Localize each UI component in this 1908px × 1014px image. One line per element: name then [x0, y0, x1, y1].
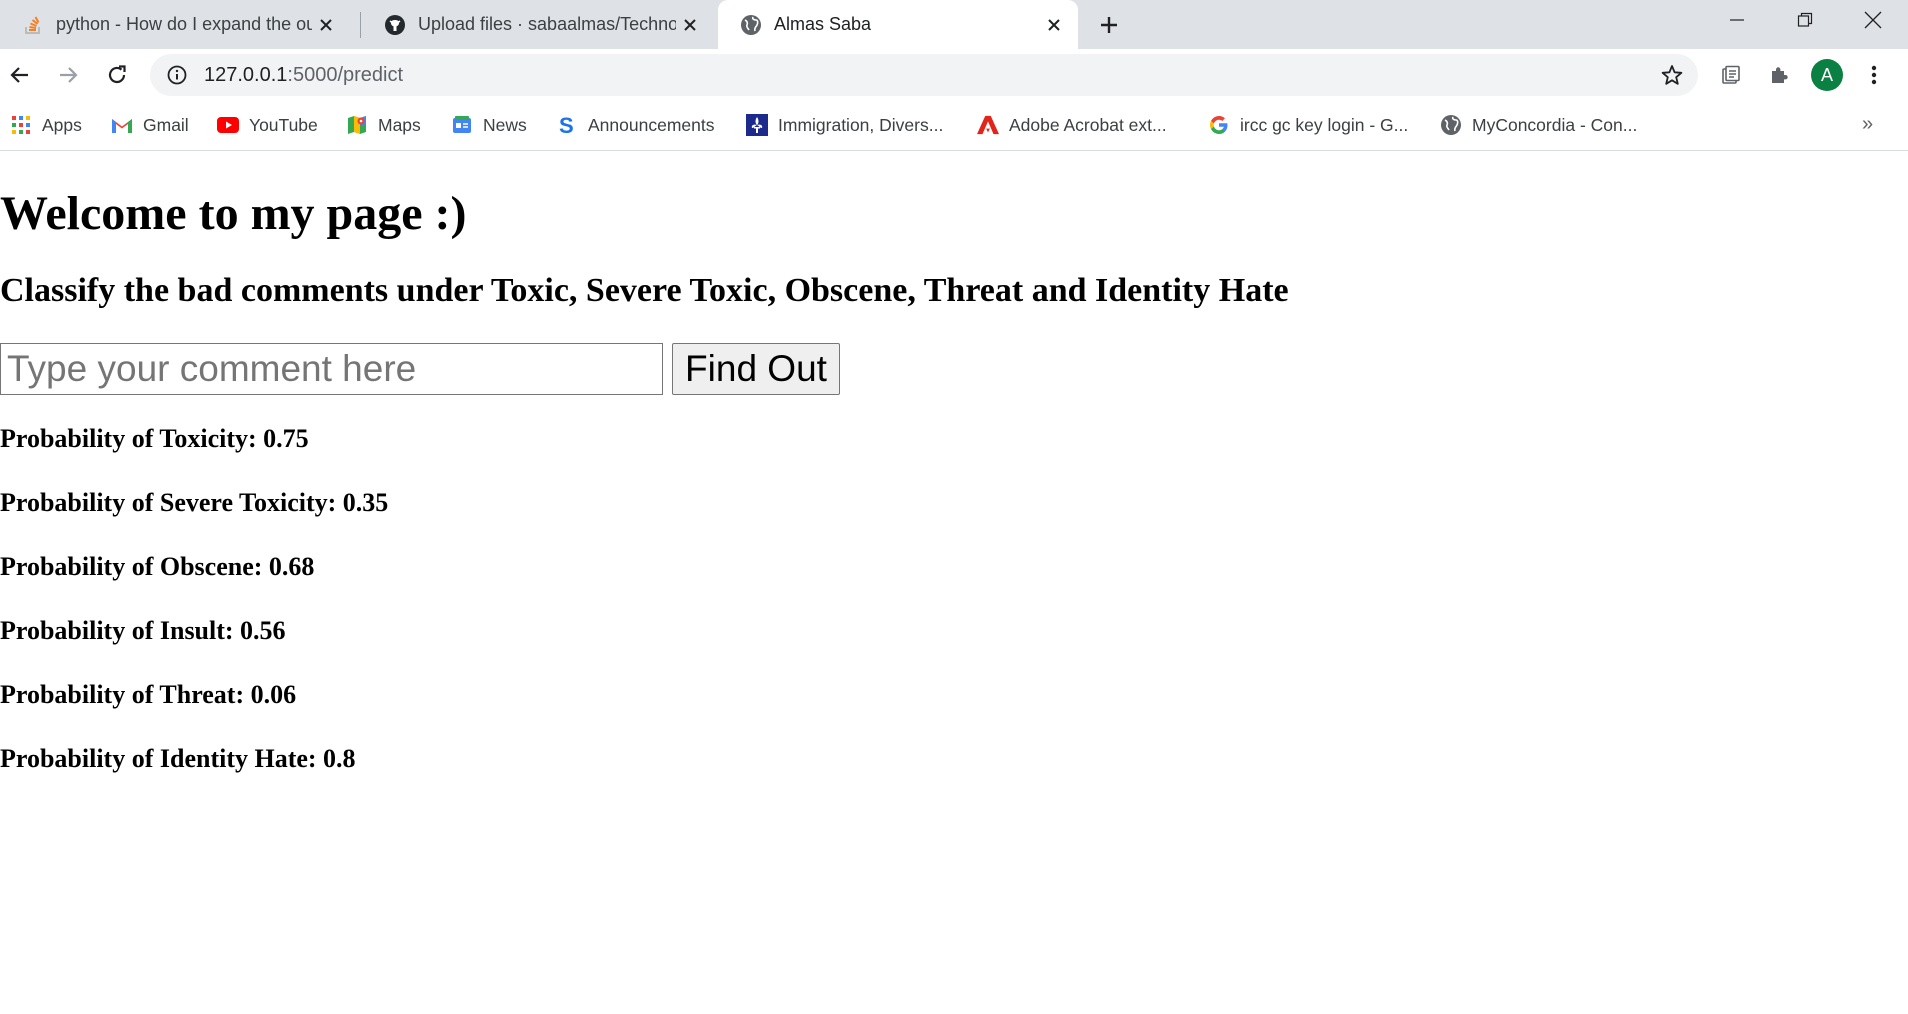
close-tab-icon[interactable]	[1040, 11, 1068, 39]
tab-almas-saba[interactable]: Almas Saba	[718, 0, 1078, 49]
result-toxicity: Probability of Toxicity: 0.75	[0, 424, 309, 453]
bookmark-label: Maps	[378, 114, 421, 135]
reading-list-icon[interactable]	[1715, 59, 1747, 91]
bookmark-myconcordia[interactable]: MyConcordia - Con...	[1440, 111, 1637, 139]
acrobat-icon	[977, 114, 999, 136]
tab-title: Almas Saba	[774, 14, 872, 34]
github-icon	[384, 14, 406, 36]
restore-icon	[1797, 12, 1813, 27]
bookmark-label: Adobe Acrobat ext...	[1009, 114, 1167, 135]
google-icon	[1208, 114, 1230, 136]
url-host: 127.0.0.1	[204, 63, 288, 86]
bookmarks-bar: Apps Gmail YouTube Maps News S Announcem…	[0, 101, 1908, 151]
bookmark-gmail[interactable]: Gmail	[111, 111, 189, 139]
bookmark-label: News	[483, 114, 527, 135]
page-title: Welcome to my page :)	[0, 187, 467, 240]
bookmark-label: Apps	[42, 114, 82, 135]
forward-arrow-icon	[60, 67, 78, 83]
result-insult: Probability of Insult: 0.56	[0, 616, 286, 645]
menu-kebab-icon[interactable]	[1858, 59, 1890, 91]
tab-github[interactable]: Upload files · sabaalmas/Technocolabs	[362, 0, 714, 49]
stackoverflow-icon	[22, 14, 44, 36]
browser-toolbar: 127.0.0.1:5000/predict A	[0, 49, 1908, 101]
bookmark-immigration[interactable]: Immigration, Divers...	[746, 111, 943, 139]
url-path: :5000/predict	[287, 63, 404, 86]
fleur-de-lis-icon	[746, 114, 768, 136]
bookmark-star-icon[interactable]	[1660, 63, 1684, 87]
new-tab-button[interactable]	[1092, 8, 1126, 42]
bookmark-label: Immigration, Divers...	[778, 114, 944, 135]
page-subtitle: Classify the bad comments under Toxic, S…	[0, 272, 1289, 309]
url-text[interactable]: 127.0.0.1:5000/predict	[204, 64, 403, 87]
apps-grid-icon	[10, 114, 32, 136]
youtube-icon	[217, 114, 239, 136]
close-icon	[1864, 11, 1882, 29]
bookmark-news[interactable]: News	[451, 111, 527, 139]
bookmark-label: YouTube	[249, 114, 318, 135]
bookmark-maps[interactable]: Maps	[346, 111, 421, 139]
address-bar[interactable]: 127.0.0.1:5000/predict	[150, 54, 1698, 96]
result-identity-hate: Probability of Identity Hate: 0.8	[0, 744, 356, 773]
result-threat: Probability of Threat: 0.06	[0, 680, 297, 709]
close-tab-icon[interactable]	[676, 11, 704, 39]
gmail-icon	[111, 114, 133, 136]
news-icon	[451, 114, 473, 136]
tab-separator	[360, 12, 361, 38]
announcements-icon: S	[556, 114, 578, 136]
bookmark-label: ircc gc key login - G...	[1240, 114, 1409, 135]
find-out-button[interactable]: Find Out	[672, 343, 840, 395]
restore-button[interactable]	[1772, 0, 1838, 40]
bookmark-announcements[interactable]: S Announcements	[556, 111, 714, 139]
back-arrow-icon	[10, 67, 28, 83]
minimize-icon	[1730, 19, 1744, 21]
close-tab-icon[interactable]	[312, 11, 340, 39]
bookmark-ircc[interactable]: ircc gc key login - G...	[1208, 111, 1408, 139]
maps-icon	[346, 114, 368, 136]
tab-title: Upload files · sabaalmas/Technocolabs	[418, 14, 676, 34]
globe-icon	[1440, 114, 1462, 136]
globe-icon	[740, 14, 762, 36]
bookmark-label: Gmail	[143, 114, 189, 135]
result-obscene: Probability of Obscene: 0.68	[0, 552, 315, 581]
result-severe-toxicity: Probability of Severe Toxicity: 0.35	[0, 488, 389, 517]
reload-button[interactable]	[99, 57, 135, 93]
back-button[interactable]	[2, 57, 38, 93]
bookmark-apps[interactable]: Apps	[10, 111, 82, 139]
tab-title: python - How do I expand the output disp…	[56, 14, 312, 34]
tab-strip: python - How do I expand the output disp…	[0, 0, 1908, 49]
svg-text:S: S	[559, 114, 574, 136]
tab-stackoverflow[interactable]: python - How do I expand the output disp…	[0, 0, 350, 49]
plus-icon	[1101, 17, 1117, 33]
forward-button[interactable]	[50, 57, 86, 93]
profile-avatar[interactable]: A	[1811, 59, 1843, 91]
bookmark-adobe-acrobat[interactable]: Adobe Acrobat ext...	[977, 111, 1167, 139]
extensions-puzzle-icon[interactable]	[1763, 59, 1795, 91]
bookmark-label: Announcements	[588, 114, 715, 135]
minimize-button[interactable]	[1704, 0, 1770, 40]
reload-icon	[108, 65, 126, 84]
bookmark-label: MyConcordia - Con...	[1472, 114, 1638, 135]
close-window-button[interactable]	[1840, 0, 1906, 40]
page-content: Welcome to my page :) Classify the bad c…	[0, 152, 1908, 1014]
comment-input[interactable]	[0, 343, 663, 395]
site-info-icon[interactable]	[166, 64, 188, 86]
bookmark-youtube[interactable]: YouTube	[217, 111, 318, 139]
more-bookmarks-chevron[interactable]: »	[1862, 113, 1873, 136]
